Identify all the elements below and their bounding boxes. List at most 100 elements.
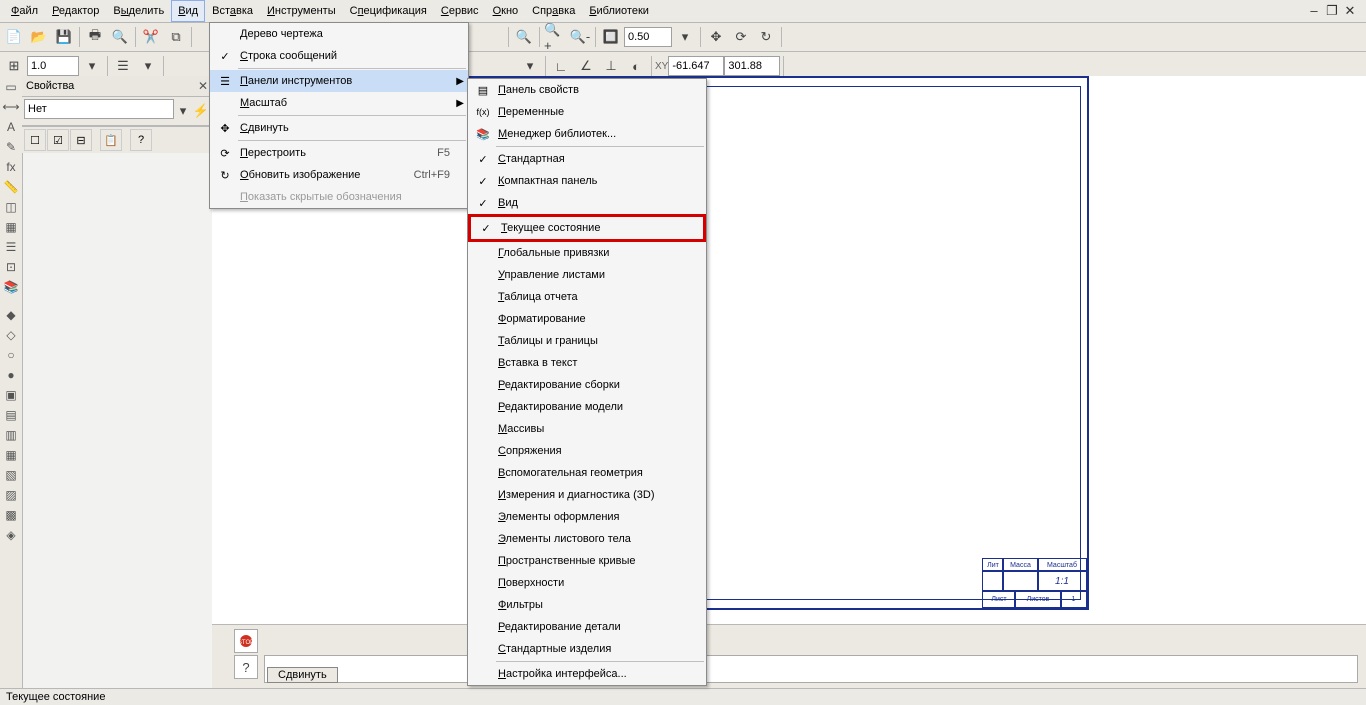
pan-icon[interactable]: ✥ [704, 25, 728, 49]
panels-item-18[interactable]: Вспомогательная геометрия [468, 462, 706, 484]
ortho-icon[interactable]: ∟ [549, 54, 573, 78]
scale-input[interactable] [27, 56, 79, 76]
tool-param-icon[interactable]: fx [2, 158, 20, 176]
tool-dim-icon[interactable]: ⟷ [2, 98, 20, 116]
tool-views-icon[interactable]: ⊡ [2, 258, 20, 276]
help-icon[interactable]: ? [234, 655, 258, 679]
panels-item-16[interactable]: Массивы [468, 418, 706, 440]
view-item-9[interactable]: ↻Обновить изображениеCtrl+F9 [210, 164, 468, 186]
menu-view[interactable]: Вид [171, 0, 205, 22]
panels-item-28[interactable]: Настройка интерфейса... [468, 663, 706, 685]
panels-item-17[interactable]: Сопряжения [468, 440, 706, 462]
properties-close-icon[interactable]: ✕ [198, 79, 208, 93]
tool-l-icon[interactable]: ◈ [2, 526, 20, 544]
tool-j-icon[interactable]: ▨ [2, 486, 20, 504]
tool-e-icon[interactable]: ▣ [2, 386, 20, 404]
zoom-in-icon[interactable]: 🔍+ [543, 25, 567, 49]
tool-lib-icon[interactable]: 📚 [2, 278, 20, 296]
perp-icon[interactable]: ⊥ [599, 54, 623, 78]
menu-libs[interactable]: Библиотеки [582, 0, 656, 22]
panels-item-2[interactable]: 📚Менеджер библиотек... [468, 123, 706, 145]
menu-select[interactable]: Выделить [106, 0, 171, 22]
coord-x[interactable] [668, 56, 724, 76]
scale-drop-icon[interactable]: ▾ [80, 54, 104, 78]
tool-spec-icon[interactable]: ▦ [2, 218, 20, 236]
panels-item-5[interactable]: ✓Компактная панель [468, 170, 706, 192]
snap-drop-icon[interactable]: ▾ [518, 54, 542, 78]
panels-item-23[interactable]: Поверхности [468, 572, 706, 594]
prop-btn-1[interactable]: ☐ [24, 129, 46, 151]
prop-btn-2[interactable]: ☑ [47, 129, 69, 151]
print-icon[interactable]: 🖶 [83, 25, 107, 49]
view-item-6[interactable]: ✥Сдвинуть [210, 117, 468, 139]
menu-window[interactable]: Окно [486, 0, 526, 22]
tool-h-icon[interactable]: ▦ [2, 446, 20, 464]
tool-text-icon[interactable]: A [2, 118, 20, 136]
coord-y[interactable] [724, 56, 780, 76]
grid-icon[interactable]: ⊞ [2, 54, 26, 78]
menu-tools[interactable]: Инструменты [260, 0, 343, 22]
refresh-icon[interactable]: ↻ [754, 25, 778, 49]
view-item-8[interactable]: ⟳ПерестроитьF5 [210, 142, 468, 164]
prop-btn-3[interactable]: ⊟ [70, 129, 92, 151]
panels-item-8[interactable]: Глобальные привязки [468, 242, 706, 264]
stop-icon[interactable]: STOP [234, 629, 258, 653]
panels-item-10[interactable]: Таблица отчета [468, 286, 706, 308]
menu-spec[interactable]: Спецификация [343, 0, 434, 22]
panels-item-22[interactable]: Пространственные кривые [468, 550, 706, 572]
properties-filter-icon[interactable]: ⚡ [192, 99, 210, 123]
zoom-fit-icon[interactable]: 🔍 [512, 25, 536, 49]
preview-icon[interactable]: 🔍 [108, 25, 132, 49]
tool-k-icon[interactable]: ▩ [2, 506, 20, 524]
panels-item-12[interactable]: Таблицы и границы [468, 330, 706, 352]
panels-item-25[interactable]: Редактирование детали [468, 616, 706, 638]
panels-item-21[interactable]: Элементы листового тела [468, 528, 706, 550]
menu-editor[interactable]: Редактор [45, 0, 106, 22]
panels-item-6[interactable]: ✓Вид [468, 192, 706, 214]
tool-a-icon[interactable]: ◆ [2, 306, 20, 324]
maximize-button[interactable]: ❐ [1324, 3, 1340, 19]
cut-icon[interactable]: ✂️ [139, 25, 163, 49]
tool-f-icon[interactable]: ▤ [2, 406, 20, 424]
tool-c-icon[interactable]: ○ [2, 346, 20, 364]
tab-move[interactable]: Сдвинуть [267, 667, 338, 683]
prop-btn-help[interactable]: ? [130, 129, 152, 151]
layers-icon[interactable]: ☰ [111, 54, 135, 78]
new-icon[interactable]: 📄 [2, 25, 26, 49]
save-icon[interactable]: 💾 [52, 25, 76, 49]
view-item-4[interactable]: Масштаб▶ [210, 92, 468, 114]
panels-item-19[interactable]: Измерения и диагностика (3D) [468, 484, 706, 506]
open-icon[interactable]: 📂 [27, 25, 51, 49]
panels-item-0[interactable]: ▤Панель свойств [468, 79, 706, 101]
menu-help[interactable]: Справка [525, 0, 582, 22]
zoom-dropdown-icon[interactable]: ▾ [673, 25, 697, 49]
layers-drop-icon[interactable]: ▾ [136, 54, 160, 78]
panels-item-7[interactable]: ✓Текущее состояние [468, 214, 706, 242]
view-item-1[interactable]: ✓Строка сообщений [210, 45, 468, 67]
rebuild-icon[interactable]: ⟳ [729, 25, 753, 49]
close-button[interactable]: ✕ [1342, 3, 1358, 19]
tool-d-icon[interactable]: ● [2, 366, 20, 384]
panels-item-15[interactable]: Редактирование модели [468, 396, 706, 418]
angle-icon[interactable]: ∠ [574, 54, 598, 78]
zoom-out-icon[interactable]: 🔍- [568, 25, 592, 49]
prop-btn-4[interactable]: 📋 [100, 129, 122, 151]
menu-service[interactable]: Сервис [434, 0, 486, 22]
tool-select-icon[interactable]: ◫ [2, 198, 20, 216]
properties-type-select[interactable] [24, 99, 174, 119]
menu-file[interactable]: Файл [4, 0, 45, 22]
panels-item-9[interactable]: Управление листами [468, 264, 706, 286]
minimize-button[interactable]: – [1306, 3, 1322, 19]
panels-item-11[interactable]: Форматирование [468, 308, 706, 330]
properties-type-drop-icon[interactable]: ▾ [174, 99, 192, 123]
panels-item-26[interactable]: Стандартные изделия [468, 638, 706, 660]
tool-report-icon[interactable]: ☰ [2, 238, 20, 256]
round-icon[interactable]: ◐ [624, 54, 648, 78]
tool-measure-icon[interactable]: 📏 [2, 178, 20, 196]
panels-item-14[interactable]: Редактирование сборки [468, 374, 706, 396]
zoom-window-icon[interactable]: 🔲 [599, 25, 623, 49]
tool-g-icon[interactable]: ▥ [2, 426, 20, 444]
panels-item-24[interactable]: Фильтры [468, 594, 706, 616]
tool-edit-icon[interactable]: ✎ [2, 138, 20, 156]
tool-i-icon[interactable]: ▧ [2, 466, 20, 484]
